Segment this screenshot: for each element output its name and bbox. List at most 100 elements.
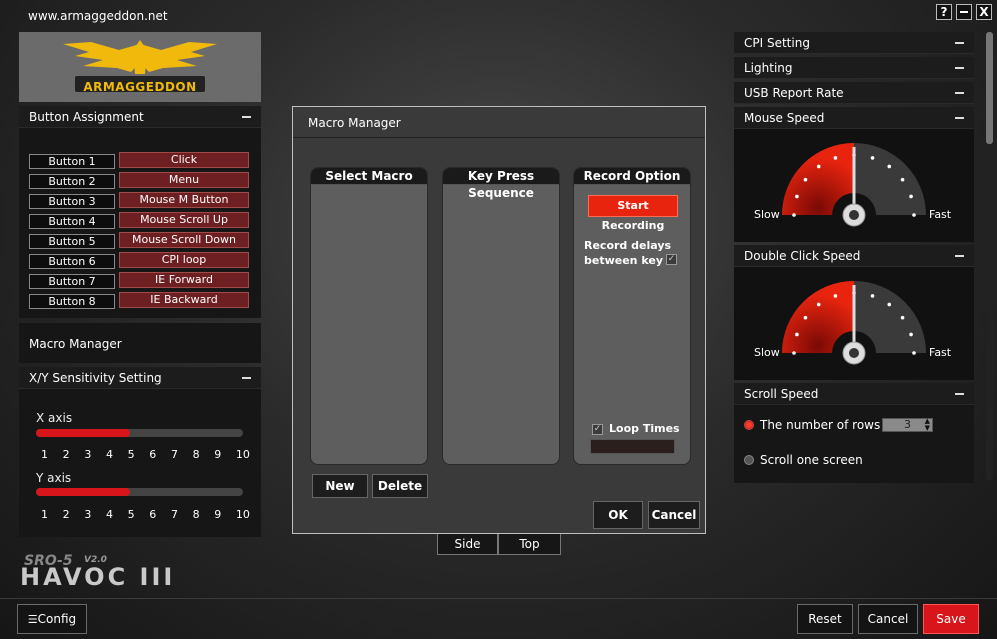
- gauge-tick: [887, 302, 892, 307]
- collapse-icon[interactable]: [955, 66, 964, 69]
- x-axis-tick: 7: [170, 448, 178, 461]
- record-delays-line2: between key: [584, 254, 663, 267]
- record-delays-label: Record delays between key: [584, 238, 671, 268]
- rows-stepper-value: 3: [904, 418, 911, 431]
- right-panel-scrollbar[interactable]: [986, 32, 993, 480]
- x-axis-slider[interactable]: [36, 429, 243, 437]
- delete-macro-button[interactable]: Delete: [372, 474, 428, 498]
- footer-divider: [0, 598, 997, 599]
- record-delays-checkbox[interactable]: ✓: [666, 254, 677, 265]
- button-8-function[interactable]: IE Backward: [119, 292, 249, 308]
- screen-option[interactable]: Scroll one screen: [744, 453, 863, 467]
- x-axis-tick: 5: [127, 448, 135, 461]
- y-axis-slider[interactable]: [36, 488, 243, 496]
- button-1-function[interactable]: Click: [119, 152, 249, 168]
- minimize-button[interactable]: [956, 4, 972, 20]
- button-3-function[interactable]: Mouse M Button: [119, 192, 249, 208]
- record-option-panel: Record Option Start Recording Record del…: [573, 167, 691, 465]
- y-axis-tick: 4: [105, 508, 113, 521]
- gauge-tick: [900, 315, 905, 320]
- product-logo: SRO-5 V2.0 HAVOC III: [20, 553, 262, 591]
- dialog-title: Macro Manager: [308, 116, 401, 130]
- mouse-speed-gauge[interactable]: [734, 129, 974, 241]
- x-axis-label: X axis: [36, 411, 73, 425]
- rows-radio[interactable]: [744, 420, 754, 430]
- x-axis-tick: 8: [192, 448, 200, 461]
- usb-report-rate-title: USB Report Rate: [744, 85, 844, 100]
- screen-radio[interactable]: [744, 455, 754, 465]
- dialog-cancel-button[interactable]: Cancel: [648, 501, 700, 529]
- gauge-tick: [912, 213, 916, 217]
- button-6-function[interactable]: CPI loop: [119, 252, 249, 268]
- button-assignment-header[interactable]: Button Assignment: [19, 106, 261, 128]
- macro-manager-link[interactable]: Macro Manager: [29, 337, 122, 351]
- x-axis-tick: 10: [235, 448, 250, 461]
- y-axis-tick: 7: [170, 508, 178, 521]
- button-4-function[interactable]: Mouse Scroll Up: [119, 212, 249, 228]
- rows-option[interactable]: The number of rows: [744, 418, 880, 432]
- gauge-tick: [909, 194, 913, 199]
- config-label: Config: [37, 612, 77, 626]
- y-axis-tick: 2: [62, 508, 70, 521]
- collapse-icon[interactable]: [955, 392, 964, 395]
- x-axis-tick: 9: [214, 448, 222, 461]
- lighting-section[interactable]: Lighting: [734, 57, 974, 79]
- collapse-icon[interactable]: [955, 116, 964, 119]
- y-axis-tick: 9: [214, 508, 222, 521]
- button-2-function[interactable]: Menu: [119, 172, 249, 188]
- start-recording-button[interactable]: Start Recording: [588, 195, 678, 232]
- config-button[interactable]: ☰Config: [17, 604, 87, 634]
- button-5-function[interactable]: Mouse Scroll Down: [119, 232, 249, 248]
- menu-icon: ☰: [27, 613, 38, 626]
- double-click-slow-label: Slow: [754, 346, 780, 359]
- tab-side[interactable]: Side: [437, 533, 498, 555]
- gauge-tick: [833, 156, 838, 160]
- loop-times-input[interactable]: [590, 439, 675, 454]
- rows-stepper[interactable]: 3 ▲ ▼: [882, 418, 933, 432]
- product-name: HAVOC III: [20, 563, 176, 591]
- y-axis-tick: 5: [127, 508, 135, 521]
- collapse-icon[interactable]: [242, 376, 251, 379]
- button-assignment-panel: Button Assignment Button 1 Click Button 2 M…: [19, 106, 261, 318]
- help-button[interactable]: ?: [936, 4, 952, 20]
- stepper-arrows-icon[interactable]: ▲ ▼: [925, 418, 930, 432]
- scrollbar-thumb[interactable]: [986, 32, 993, 144]
- cpi-setting-section[interactable]: CPI Setting: [734, 32, 974, 54]
- sensitivity-header[interactable]: X/Y Sensitivity Setting: [19, 367, 261, 389]
- tab-top[interactable]: Top: [498, 533, 561, 555]
- select-macro-list[interactable]: Select Macro: [310, 167, 428, 465]
- site-url: www.armaggeddon.net: [28, 9, 168, 23]
- collapse-icon[interactable]: [242, 115, 251, 118]
- reset-button[interactable]: Reset: [797, 604, 853, 634]
- gauge-tick: [870, 156, 875, 160]
- new-macro-button[interactable]: New: [312, 474, 368, 498]
- macro-manager-panel[interactable]: Macro Manager: [19, 323, 261, 363]
- gauge-tick: [870, 294, 875, 298]
- macro-manager-dialog: Macro Manager Select Macro Key Press Seq…: [292, 106, 706, 534]
- gauge-hub-center: [849, 348, 859, 358]
- button-7-function[interactable]: IE Forward: [119, 272, 249, 288]
- button-3-label: Button 3: [29, 194, 115, 209]
- y-axis-slider-fill: [36, 488, 131, 496]
- key-sequence-list[interactable]: Key Press Sequence: [442, 167, 560, 465]
- gauge-tick: [803, 315, 808, 320]
- scroll-speed-panel: Scroll Speed The number of rows 3 ▲ ▼ Scr…: [734, 383, 974, 483]
- collapse-icon[interactable]: [955, 91, 964, 94]
- y-axis-tick: 10: [235, 508, 250, 521]
- usb-report-rate-section[interactable]: USB Report Rate: [734, 82, 974, 104]
- loop-times-checkbox[interactable]: ✓: [592, 424, 603, 435]
- scroll-speed-title: Scroll Speed: [744, 386, 819, 401]
- ok-button[interactable]: OK: [593, 501, 643, 529]
- sensitivity-title: X/Y Sensitivity Setting: [29, 370, 162, 385]
- close-button[interactable]: X: [976, 4, 992, 20]
- save-button[interactable]: Save: [923, 604, 979, 634]
- collapse-icon[interactable]: [955, 254, 964, 257]
- button-1-label: Button 1: [29, 154, 115, 169]
- collapse-icon[interactable]: [955, 41, 964, 44]
- gauge-tick: [795, 194, 799, 199]
- cancel-button[interactable]: Cancel: [858, 604, 918, 634]
- double-click-speed-gauge[interactable]: [734, 267, 974, 379]
- gauge-tick: [912, 351, 916, 355]
- x-axis-tick: 1: [41, 448, 48, 461]
- brand-logo: ARMAGGEDDON: [19, 32, 261, 102]
